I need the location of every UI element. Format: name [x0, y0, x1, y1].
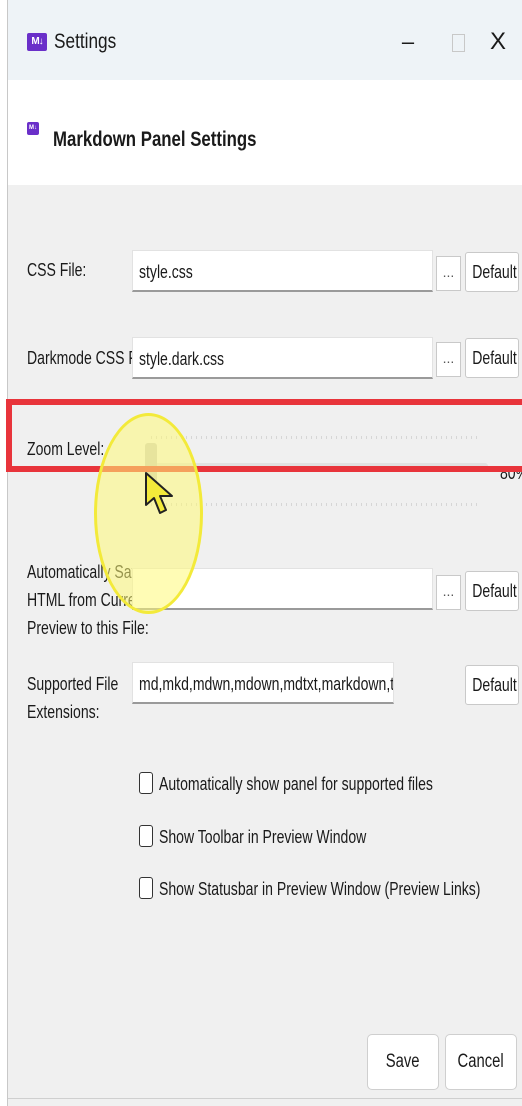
auto-show-panel-label[interactable]: Automatically show panel for supported f… — [159, 770, 433, 798]
css-file-input[interactable]: style.css — [132, 250, 433, 292]
darkmode-css-file-value: style.dark.css — [139, 349, 225, 369]
extensions-value: md,mkd,mdwn,mdown,mdtxt,markdown,text — [139, 674, 394, 694]
window-title: Settings — [54, 30, 117, 53]
zoom-level-value: 80% — [500, 463, 522, 483]
minimize-button[interactable]: – — [388, 24, 428, 60]
app-icon: M↓ — [27, 33, 47, 51]
extensions-default-label: Default — [472, 675, 517, 695]
darkmode-css-file-browse-button[interactable]: ... — [436, 342, 461, 377]
markdown-icon: M↓ — [27, 122, 39, 135]
css-file-browse-button[interactable]: ... — [436, 256, 461, 291]
auto-show-panel-checkbox[interactable] — [139, 772, 153, 794]
close-button[interactable]: X — [478, 24, 518, 60]
autosave-label-line3: Preview to this File: — [27, 618, 149, 638]
extensions-default-button[interactable]: Default — [465, 665, 519, 705]
show-toolbar-label[interactable]: Show Toolbar in Preview Window — [159, 823, 366, 851]
autosave-label-line2: HTML from Current — [27, 590, 148, 610]
zoom-slider-ticks-bottom — [151, 503, 481, 506]
css-file-value: style.css — [139, 262, 193, 282]
settings-header: M↓ Markdown Panel Settings — [8, 80, 522, 185]
css-file-default-label: Default — [472, 262, 517, 282]
autosave-label-line1: Automatically Save — [27, 562, 147, 582]
extensions-label-line2: Extensions: — [27, 702, 100, 722]
page-title: Markdown Panel Settings — [53, 128, 257, 151]
show-statusbar-checkbox[interactable] — [139, 877, 153, 899]
darkmode-css-file-input[interactable]: style.dark.css — [132, 337, 433, 379]
bottom-border — [8, 1098, 522, 1099]
maximize-icon — [451, 34, 465, 53]
save-button[interactable]: Save — [367, 1034, 439, 1090]
zoom-slider-ticks-top — [151, 436, 481, 439]
autosave-default-label: Default — [472, 581, 517, 601]
autosave-default-button[interactable]: Default — [465, 571, 519, 611]
cancel-button-label: Cancel — [457, 1051, 505, 1072]
show-toolbar-checkbox[interactable] — [139, 825, 153, 847]
extensions-input[interactable]: md,mkd,mdwn,mdown,mdtxt,markdown,text — [132, 662, 394, 704]
zoom-level-label: Zoom Level: — [27, 439, 105, 459]
zoom-slider-thumb[interactable] — [145, 443, 157, 491]
save-button-label: Save — [386, 1051, 420, 1072]
settings-window: M↓ Settings – X M↓ Markdown Panel Settin… — [7, 0, 522, 1106]
css-file-default-button[interactable]: Default — [465, 252, 519, 292]
darkmode-css-file-default-label: Default — [472, 348, 517, 368]
maximize-button[interactable] — [438, 24, 478, 60]
zoom-slider[interactable] — [145, 463, 488, 471]
show-statusbar-label[interactable]: Show Statusbar in Preview Window (Previe… — [159, 875, 480, 903]
autosave-file-input[interactable] — [132, 568, 433, 610]
css-file-label: CSS File: — [27, 260, 87, 280]
extensions-label-line1: Supported File — [27, 674, 119, 694]
darkmode-css-file-default-button[interactable]: Default — [465, 338, 519, 378]
cancel-button[interactable]: Cancel — [445, 1034, 517, 1090]
autosave-browse-button[interactable]: ... — [436, 575, 461, 610]
title-bar[interactable]: M↓ Settings – X — [8, 0, 522, 80]
